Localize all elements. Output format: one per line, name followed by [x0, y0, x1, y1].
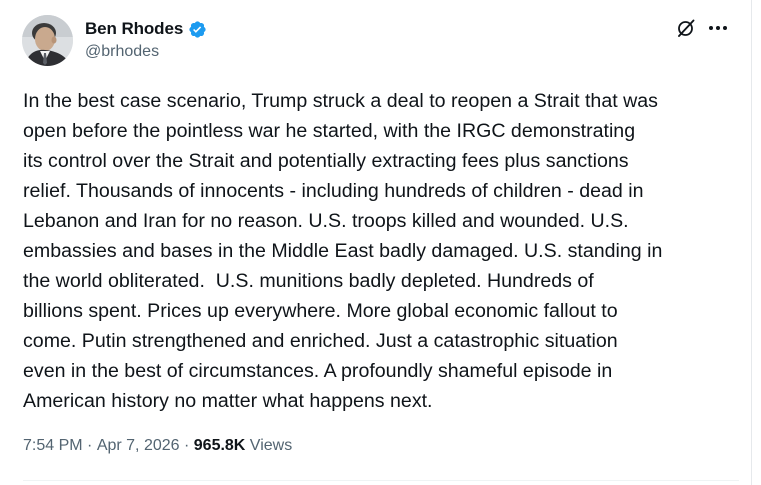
tweet-text-line: billions spent. Prices up everywhere. Mo… — [23, 300, 618, 322]
tweet-text-line: American history no matter what happens … — [23, 390, 433, 412]
tweet-text-line: In the best case scenario, Trump struck … — [23, 90, 658, 112]
tweet-text-line: Lebanon and Iran for no reason. U.S. tro… — [23, 210, 629, 232]
author-display-name[interactable]: Ben Rhodes — [85, 19, 183, 39]
author-avatar[interactable] — [22, 15, 73, 66]
tweet-card: Ben Rhodes @brhodes In the best case sce… — [0, 0, 752, 485]
divider — [23, 480, 739, 481]
tweet-text-line: its control over the Strait and potentia… — [23, 150, 629, 172]
tweet-text-line: embassies and bases in the Middle East b… — [23, 240, 663, 262]
tweet-time[interactable]: 7:54 PM — [23, 437, 83, 455]
grok-icon[interactable] — [676, 18, 696, 38]
avatar-photo — [22, 15, 73, 66]
more-options-icon[interactable] — [707, 18, 729, 38]
tweet-text: In the best case scenario, Trump struck … — [23, 86, 739, 416]
meta-separator: · — [82, 437, 97, 454]
author-name-row: Ben Rhodes — [85, 17, 207, 41]
tweet-date[interactable]: Apr 7, 2026 — [97, 437, 180, 455]
verified-badge-icon[interactable] — [188, 20, 207, 39]
meta-separator: · — [179, 437, 194, 454]
tweet-meta: 7:54 PM · Apr 7, 2026 · 965.8K Views — [23, 437, 292, 455]
views-label: Views — [245, 437, 293, 454]
tweet-text-line: the world obliterated. U.S. munitions ba… — [23, 270, 594, 292]
tweet-text-line: relief. Thousands of innocents - includi… — [23, 180, 644, 202]
tweet-text-line: open before the pointless war he started… — [23, 120, 636, 142]
tweet-text-line: even in the best of circumstances. A pro… — [23, 360, 613, 382]
tweet-text-line: come. Putin strengthened and enriched. J… — [23, 330, 618, 352]
author-handle[interactable]: @brhodes — [85, 43, 159, 61]
views-count[interactable]: 965.8K — [194, 437, 246, 455]
